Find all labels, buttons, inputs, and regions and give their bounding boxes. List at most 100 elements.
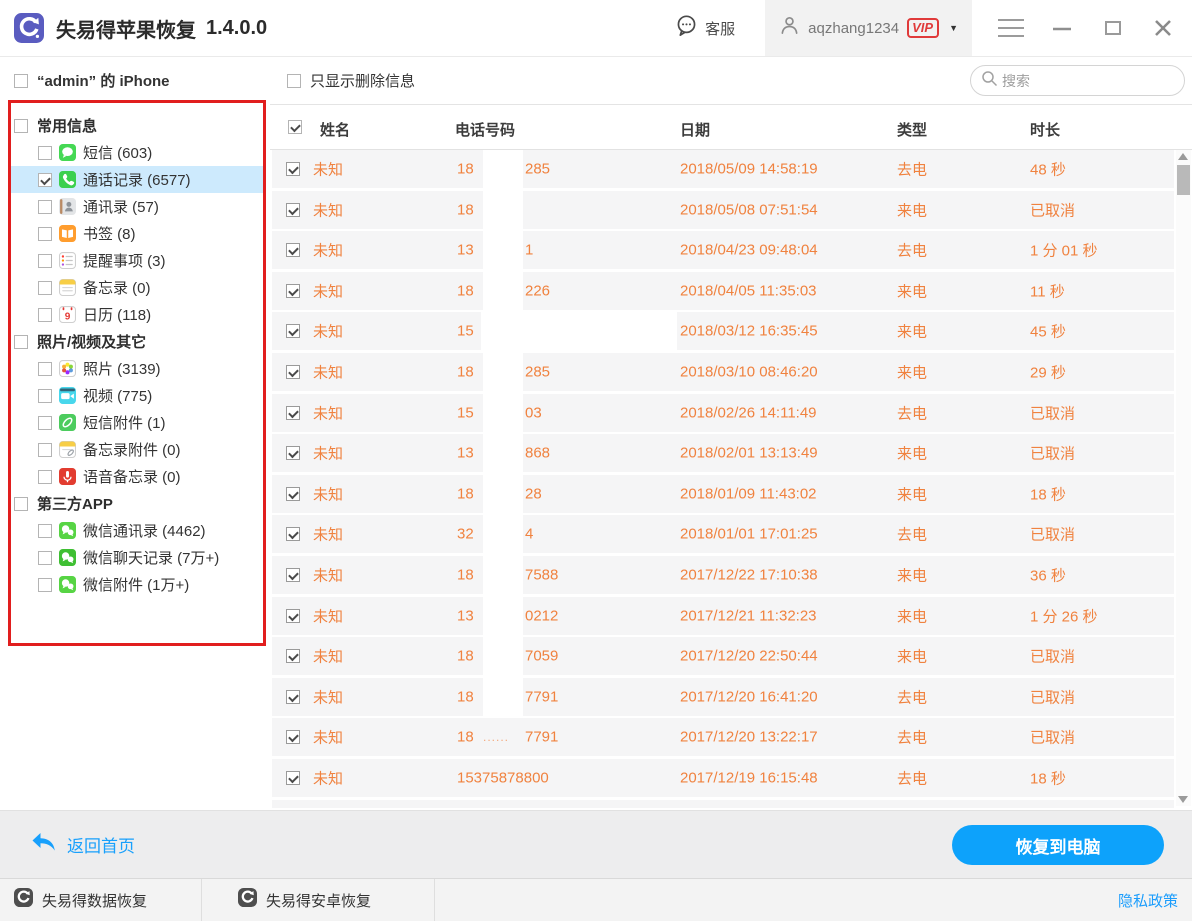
app-version: 1.4.0.0: [206, 17, 267, 40]
scrollbar-thumb[interactable]: [1177, 165, 1190, 195]
item-checkbox[interactable]: [38, 416, 52, 430]
row-checkbox[interactable]: [286, 609, 300, 623]
item-checkbox[interactable]: [38, 254, 52, 268]
sidebar-item[interactable]: 9日历 (118): [10, 301, 266, 328]
item-checkbox[interactable]: [38, 146, 52, 160]
privacy-mask: [483, 475, 523, 513]
sidebar-item[interactable]: 照片 (3139): [10, 355, 266, 382]
cell-duration: 36 秒: [1030, 564, 1066, 585]
row-checkbox[interactable]: [286, 730, 300, 744]
item-checkbox[interactable]: [38, 578, 52, 592]
table-row[interactable]: 未知138682018/02/01 13:13:49来电已取消: [272, 434, 1174, 472]
table-row[interactable]: 未知182852018/03/10 08:46:20来电29 秒: [272, 353, 1174, 391]
table-row-partial: [272, 800, 1174, 808]
back-home-button[interactable]: 返回首页: [30, 831, 135, 859]
row-checkbox[interactable]: [286, 487, 300, 501]
row-checkbox[interactable]: [286, 771, 300, 785]
privacy-mask: [483, 272, 523, 310]
table-row[interactable]: 未知182852018/05/09 14:58:19去电48 秒: [272, 150, 1174, 188]
row-checkbox[interactable]: [286, 162, 300, 176]
item-checkbox[interactable]: [38, 524, 52, 538]
videos-icon: [59, 387, 76, 404]
select-all-checkbox[interactable]: [288, 120, 302, 134]
customer-service-button[interactable]: 客服: [675, 14, 735, 42]
item-checkbox[interactable]: [38, 551, 52, 565]
item-checkbox[interactable]: [38, 308, 52, 322]
table-row[interactable]: 未知153758788002017/12/19 16:15:48去电18 秒: [272, 759, 1174, 797]
group-checkbox[interactable]: [14, 119, 28, 133]
sidebar-item[interactable]: 语音备忘录 (0): [10, 463, 266, 490]
table-row[interactable]: 未知1875882017/12/22 17:10:38来电36 秒: [272, 556, 1174, 594]
row-checkbox[interactable]: [286, 203, 300, 217]
item-checkbox[interactable]: [38, 281, 52, 295]
table-row[interactable]: 未知18282018/01/09 11:43:02来电18 秒: [272, 475, 1174, 513]
search-input[interactable]: 搜索: [970, 65, 1185, 96]
item-checkbox[interactable]: [38, 470, 52, 484]
footer-product-tab[interactable]: 失易得数据恢复: [0, 879, 202, 921]
item-checkbox[interactable]: [38, 362, 52, 376]
table-row[interactable]: 未知1877912017/12/20 16:41:20去电已取消: [272, 678, 1174, 716]
item-checkbox[interactable]: [38, 389, 52, 403]
cell-call-type: 去电: [897, 524, 927, 545]
footer-product-tab[interactable]: 失易得安卓恢复: [202, 879, 435, 921]
device-selector[interactable]: “admin” 的 iPhone: [14, 70, 170, 91]
sidebar-item[interactable]: 书签 (8): [10, 220, 266, 247]
sidebar-item[interactable]: 备忘录 (0): [10, 274, 266, 301]
cell-phone-prefix: 18: [457, 363, 474, 380]
item-checkbox[interactable]: [38, 200, 52, 214]
row-checkbox[interactable]: [286, 324, 300, 338]
sidebar-item[interactable]: 通话记录 (6577): [10, 166, 266, 193]
row-checkbox[interactable]: [286, 243, 300, 257]
sidebar-item[interactable]: 提醒事项 (3): [10, 247, 266, 274]
table-row[interactable]: 未知1312018/04/23 09:48:04去电1 分 01 秒: [272, 231, 1174, 269]
sidebar-item[interactable]: 视频 (775): [10, 382, 266, 409]
table-scrollbar[interactable]: [1176, 150, 1191, 806]
sidebar-group-header[interactable]: 第三方APP: [0, 490, 270, 517]
scroll-down-icon[interactable]: [1178, 796, 1188, 803]
sidebar-group-header[interactable]: 照片/视频及其它: [0, 328, 270, 355]
deleted-only-checkbox[interactable]: [287, 74, 301, 88]
user-account-menu[interactable]: aqzhang1234 VIP ▼: [765, 0, 972, 56]
row-checkbox[interactable]: [286, 284, 300, 298]
row-checkbox[interactable]: [286, 649, 300, 663]
privacy-policy-link[interactable]: 隐私政策: [1118, 890, 1178, 911]
menu-button[interactable]: [998, 19, 1024, 37]
row-checkbox[interactable]: [286, 365, 300, 379]
cell-name: 未知: [313, 199, 343, 220]
sidebar-item[interactable]: 微信附件 (1万+): [10, 571, 266, 598]
row-checkbox[interactable]: [286, 446, 300, 460]
cell-phone-prefix: 13: [457, 242, 474, 259]
close-button[interactable]: [1152, 17, 1174, 39]
recover-to-pc-button[interactable]: 恢复到电脑: [952, 825, 1164, 865]
device-checkbox[interactable]: [14, 74, 28, 88]
item-checkbox[interactable]: [38, 227, 52, 241]
sidebar-group-header[interactable]: 常用信息: [0, 112, 270, 139]
table-row[interactable]: 未知182018/05/08 07:51:54来电已取消: [272, 191, 1174, 229]
sidebar-item[interactable]: 通讯录 (57): [10, 193, 266, 220]
table-row[interactable]: 未知152018/03/12 16:35:45来电45 秒: [272, 312, 1174, 350]
table-row[interactable]: 未知1870592017/12/20 22:50:44来电已取消: [272, 637, 1174, 675]
table-row[interactable]: 未知15032018/02/26 14:11:49去电已取消: [272, 394, 1174, 432]
maximize-button[interactable]: [1102, 17, 1124, 39]
sidebar-item[interactable]: 备忘录附件 (0): [10, 436, 266, 463]
scroll-up-icon[interactable]: [1178, 153, 1188, 160]
sidebar-item[interactable]: 微信通讯录 (4462): [10, 517, 266, 544]
table-row[interactable]: 未知1302122017/12/21 11:32:23来电1 分 26 秒: [272, 597, 1174, 635]
minimize-button[interactable]: [1050, 16, 1074, 40]
group-checkbox[interactable]: [14, 497, 28, 511]
row-checkbox[interactable]: [286, 568, 300, 582]
table-row[interactable]: 未知3242018/01/01 17:01:25去电已取消: [272, 515, 1174, 553]
item-checkbox[interactable]: [38, 173, 52, 187]
group-checkbox[interactable]: [14, 335, 28, 349]
row-checkbox[interactable]: [286, 690, 300, 704]
row-checkbox[interactable]: [286, 527, 300, 541]
item-checkbox[interactable]: [38, 443, 52, 457]
table-row[interactable]: 未知18......77912017/12/20 13:22:17去电已取消: [272, 718, 1174, 756]
sidebar-item[interactable]: 微信聊天记录 (7万+): [10, 544, 266, 571]
sidebar-item[interactable]: 短信 (603): [10, 139, 266, 166]
deleted-only-filter[interactable]: 只显示删除信息: [287, 70, 415, 91]
table-row[interactable]: 未知182262018/04/05 11:35:03来电11 秒: [272, 272, 1174, 310]
sidebar-item[interactable]: 短信附件 (1): [10, 409, 266, 436]
row-checkbox[interactable]: [286, 406, 300, 420]
sidebar-item-label: 日历 (118): [83, 304, 151, 325]
